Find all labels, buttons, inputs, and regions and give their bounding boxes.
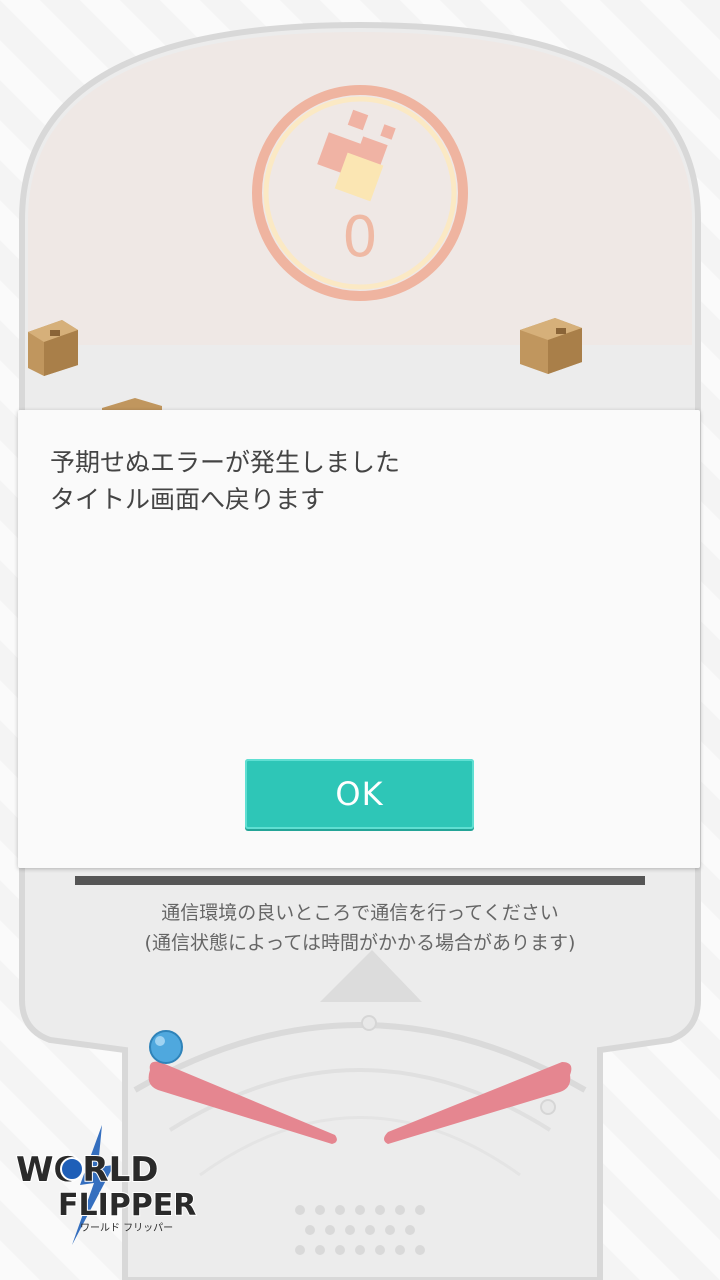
ok-button[interactable]: OK xyxy=(245,759,474,829)
progress-fill xyxy=(75,876,645,885)
progress-bar xyxy=(75,876,645,885)
counter-value: 0 xyxy=(342,205,378,270)
error-message: 予期せぬエラーが発生しました タイトル画面へ戻ります xyxy=(50,448,401,514)
error-dialog: 予期せぬエラーが発生しました タイトル画面へ戻ります OK xyxy=(18,410,700,868)
svg-text:FLIPPER: FLIPPER xyxy=(58,1188,196,1223)
svg-text:ワールド フリッパー: ワールド フリッパー xyxy=(80,1222,173,1234)
network-hint: 通信環境の良いところで通信を行ってください (通信状態によっては時間がかかる場合… xyxy=(144,902,576,954)
svg-text:WORLD: WORLD xyxy=(16,1150,158,1190)
world-flipper-logo: WORLD FLIPPER ワールド フリッパー xyxy=(15,1125,197,1245)
ball xyxy=(149,1030,183,1064)
